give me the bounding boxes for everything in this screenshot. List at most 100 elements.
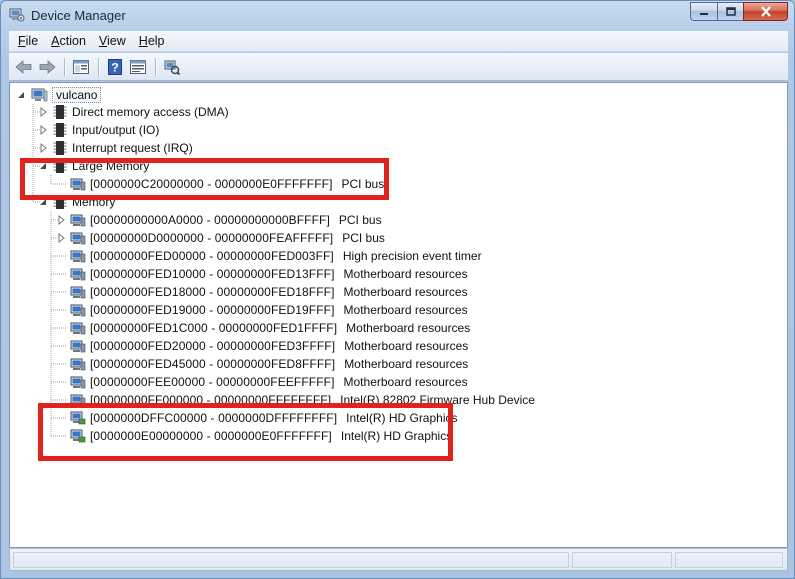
toolbar-separator [155, 57, 156, 76]
system-device-icon [70, 376, 86, 389]
category-io[interactable]: Input/output (IO) [38, 121, 159, 139]
menu-file[interactable]: File [11, 32, 44, 50]
device-name: PCI bus [341, 177, 385, 191]
collapse-arrow-icon[interactable] [38, 161, 48, 171]
status-pane-tertiary [675, 552, 783, 568]
device-name: Motherboard resources [343, 267, 468, 281]
display-adapter-icon [70, 411, 86, 425]
system-device-icon [70, 286, 86, 299]
menu-action[interactable]: Action [44, 32, 92, 50]
memory-entry[interactable]: [00000000FEE00000 - 00000000FEEFFFFF] Mot… [70, 373, 468, 391]
category-memory[interactable]: Memory [38, 193, 115, 211]
memory-range: [0000000E00000000 - 0000000E0FFFFFFF] [90, 429, 332, 443]
device-manager-window: Device Manager File Action View Help ? v… [0, 0, 795, 579]
expand-arrow-icon[interactable] [56, 233, 66, 243]
collapse-arrow-icon[interactable] [38, 197, 48, 207]
help-icon: ? [108, 58, 122, 75]
device-name: Intel(R) HD Graphics [346, 411, 458, 425]
memory-entry[interactable]: [00000000D0000000 - 00000000FEAFFFFF] PCI… [56, 229, 385, 247]
maximize-icon [725, 6, 736, 16]
menu-view-accelerator: V [98, 34, 108, 48]
status-bar [9, 549, 788, 571]
memory-range: [0000000DFFC00000 - 0000000DFFFFFFFF] [90, 411, 338, 425]
memory-range: [00000000000A0000 - 00000000000BFFFF] [90, 213, 330, 227]
system-device-icon [70, 250, 86, 263]
title-bar[interactable]: Device Manager [1, 1, 794, 31]
memory-chip-icon [53, 123, 67, 137]
menu-view[interactable]: View [92, 32, 132, 50]
memory-range: [00000000FF000000 - 00000000FFFFFFFF] [90, 393, 332, 407]
large-memory-entry[interactable]: [0000000C20000000 - 0000000E0FFFFFFF] PCI… [70, 175, 384, 193]
display-adapter-icon [70, 429, 86, 443]
device-name: PCI bus [338, 213, 382, 227]
memory-chip-icon [53, 105, 67, 119]
category-label: Direct memory access (DMA) [72, 105, 229, 119]
device-name: Motherboard resources [343, 285, 468, 299]
memory-entry[interactable]: [00000000000A0000 - 00000000000BFFFF] PCI… [56, 211, 382, 229]
device-name: PCI bus [342, 231, 385, 245]
device-name: Motherboard resources [343, 303, 468, 317]
memory-entry[interactable]: [00000000FED10000 - 00000000FED13FFF] Mot… [70, 265, 468, 283]
minimize-icon [700, 12, 708, 15]
device-manager-app-icon [9, 8, 25, 22]
memory-range: [0000000C20000000 - 0000000E0FFFFFFF] [90, 177, 333, 191]
menu-action-accelerator: A [51, 34, 60, 48]
device-name: Motherboard resources [344, 357, 469, 371]
expand-arrow-icon[interactable] [38, 125, 48, 135]
caption-buttons [690, 2, 788, 21]
back-button[interactable] [13, 56, 35, 78]
device-name: High precision event timer [342, 249, 482, 263]
scan-hardware-icon [164, 60, 180, 75]
memory-entry[interactable]: [00000000FF000000 - 00000000FFFFFFFF] Int… [70, 391, 535, 409]
memory-range: [00000000FED45000 - 00000000FED8FFFF] [90, 357, 336, 371]
memory-entry[interactable]: [0000000E00000000 - 0000000E0FFFFFFF] Int… [70, 427, 452, 445]
memory-entry[interactable]: [0000000DFFC00000 - 0000000DFFFFFFFF] Int… [70, 409, 458, 427]
pci-device-icon [70, 214, 86, 227]
memory-range: [00000000D0000000 - 00000000FEAFFFFF] [90, 231, 334, 245]
memory-entry[interactable]: [00000000FED19000 - 00000000FED19FFF] Mot… [70, 301, 468, 319]
category-large-memory[interactable]: Large Memory [38, 157, 149, 175]
memory-entry[interactable]: [00000000FED20000 - 00000000FED3FFFF] Mot… [70, 337, 468, 355]
category-label: Input/output (IO) [72, 123, 160, 137]
device-tree[interactable]: vulcano Direct memory access (DMA) Input… [9, 82, 788, 548]
category-label: Large Memory [72, 159, 150, 173]
memory-range: [00000000FED18000 - 00000000FED18FFF] [90, 285, 335, 299]
help-button[interactable]: ? [104, 56, 126, 78]
properties-button[interactable] [70, 56, 92, 78]
device-name: Intel(R) 82802 Firmware Hub Device [340, 393, 535, 407]
expand-arrow-icon[interactable] [56, 215, 66, 225]
category-label: Interrupt request (IRQ) [72, 141, 193, 155]
memory-range: [00000000FED19000 - 00000000FED19FFF] [90, 303, 335, 317]
memory-entry[interactable]: [00000000FED1C000 - 00000000FED1FFFF] Mot… [70, 319, 470, 337]
memory-range: [00000000FED1C000 - 00000000FED1FFFF] [90, 321, 338, 335]
minimize-button[interactable] [690, 2, 717, 21]
expand-arrow-icon[interactable] [38, 143, 48, 153]
properties-grid-icon [73, 59, 89, 74]
menu-action-label: ction [59, 34, 86, 48]
memory-entry[interactable]: [00000000FED00000 - 00000000FED003FF] Hig… [70, 247, 482, 265]
toolbar: ? [9, 53, 788, 81]
maximize-button[interactable] [717, 2, 743, 21]
memory-entry[interactable]: [00000000FED18000 - 00000000FED18FFF] Mot… [70, 283, 468, 301]
system-device-icon [70, 340, 86, 353]
category-label: Memory [72, 195, 116, 209]
window-title: Device Manager [31, 8, 126, 23]
menu-help-label: elp [147, 34, 165, 48]
memory-entry[interactable]: [00000000FED45000 - 00000000FED8FFFF] Mot… [70, 355, 468, 373]
memory-range: [00000000FED00000 - 00000000FED003FF] [90, 249, 334, 263]
close-button[interactable] [743, 2, 788, 21]
device-name: Motherboard resources [343, 375, 468, 389]
menu-help[interactable]: Help [132, 32, 171, 50]
category-irq[interactable]: Interrupt request (IRQ) [38, 139, 193, 157]
expand-arrow-icon[interactable] [38, 107, 48, 117]
pci-device-icon [70, 232, 86, 245]
forward-arrow-icon [39, 59, 56, 74]
system-device-icon [70, 322, 86, 335]
scan-hardware-button[interactable] [161, 56, 183, 78]
forward-button[interactable] [36, 56, 58, 78]
category-dma[interactable]: Direct memory access (DMA) [38, 103, 229, 121]
memory-chip-icon [53, 159, 67, 173]
show-hide-tree-icon [130, 59, 146, 74]
show-hide-tree-button[interactable] [127, 56, 149, 78]
menu-help-accelerator: H [138, 34, 148, 48]
